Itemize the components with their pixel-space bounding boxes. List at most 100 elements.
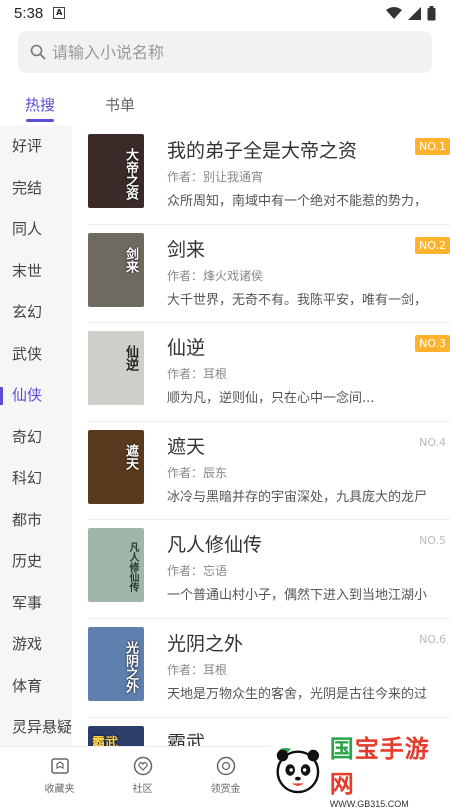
status-bar: 5:38 A — [0, 0, 450, 26]
active-category-indicator — [0, 387, 3, 405]
book-description: 天地是万物众生的客舍，光阴是古往今来的过 — [167, 686, 428, 702]
book-cover: 光阴之外 — [88, 626, 144, 701]
sidebar-item-xuanhuan[interactable]: 玄幻 — [0, 292, 72, 334]
sidebar-item-junshi[interactable]: 军事 — [0, 583, 72, 625]
book-title: 光阴之外 — [167, 632, 244, 655]
book-author: 作者：别让我通宵 — [167, 170, 264, 184]
sidebar-item-kehuan[interactable]: 科幻 — [0, 458, 72, 500]
cover-title: 凡人修仙传 — [127, 542, 138, 593]
heart-bubble-icon — [133, 756, 152, 776]
status-time: 5:38 — [14, 4, 44, 22]
nav-label: 领赏金 — [210, 784, 241, 795]
book-description: 一个普通山村小子，偶然下进入到当地江湖小 — [167, 588, 428, 604]
sidebar-item-tiyu[interactable]: 体育 — [0, 666, 72, 708]
active-tab-indicator — [26, 119, 54, 122]
sidebar-item-tongren[interactable]: 同人 — [0, 209, 72, 251]
search-icon — [30, 44, 46, 60]
book-cover: 剑来 — [88, 232, 144, 307]
sidebar-item-label: 仙侠 — [12, 386, 43, 404]
book-author: 作者：耳根 — [167, 367, 228, 382]
book-description: 大千世界，无奇不有。我陈平安，唯有一剑， — [167, 292, 428, 308]
book-title: 凡人修仙传 — [167, 534, 263, 557]
sidebar-item-label: 都市 — [12, 510, 43, 529]
wifi-icon — [386, 6, 402, 19]
status-icons — [386, 5, 436, 21]
sidebar-item-label: 科幻 — [12, 469, 43, 487]
rank-label: NO.6 — [419, 632, 446, 646]
watermark-url: WWW.GB315.COM — [329, 799, 409, 809]
category-sidebar: 好评 完结 同人 末世 玄幻 武侠 仙侠 奇幻 科幻 都市 历史 军事 游戏 体… — [0, 126, 72, 746]
list-item[interactable]: 大帝之资 我的弟子全是大帝之资 作者：别让我通宵 众所周知，南域中有一个绝对不能… — [88, 126, 450, 225]
sidebar-item-youxi[interactable]: 游戏 — [0, 624, 72, 666]
list-item[interactable]: 仙逆 仙逆 作者：耳根 顺为凡，逆则仙，只在心中一念间... NO.3 — [88, 323, 450, 422]
sidebar-item-dushi[interactable]: 都市 — [0, 500, 72, 542]
nav-favorites[interactable]: 收藏夹 — [18, 747, 101, 800]
book-author: 作者：辰东 — [167, 465, 228, 480]
watermark-logo: 国宝手游网 WWW.GB315.COM — [270, 735, 450, 809]
book-cover: 霸武 — [88, 725, 144, 746]
list-item[interactable]: 遮天 遮天 作者：辰东 冰冷与黑暗并存的宇宙深处，九具庞大的龙尸 NO.4 — [88, 422, 450, 521]
rank-label: NO.5 — [419, 534, 446, 548]
rank-badge: NO.2 — [415, 236, 450, 254]
cover-title: 大帝之资 — [123, 148, 138, 200]
book-list: 大帝之资 我的弟子全是大帝之资 作者：别让我通宵 众所周知，南域中有一个绝对不能… — [72, 126, 450, 746]
sidebar-item-label: 完结 — [12, 178, 43, 197]
sidebar-item-qihuan[interactable]: 奇幻 — [0, 417, 72, 459]
book-description: 冰冷与黑暗并存的宇宙深处，九具庞大的龙尸 — [167, 489, 428, 505]
search-bar[interactable] — [18, 31, 432, 73]
sidebar-item-label: 好评 — [12, 137, 43, 155]
rank-badge: NO.3 — [415, 335, 450, 353]
nav-community[interactable]: 社区 — [101, 747, 184, 800]
list-item[interactable]: 剑来 剑来 作者：烽火戏诸侯 大千世界，无奇不有。我陈平安，唯有一剑， NO.2 — [88, 225, 450, 324]
tab-hot-search[interactable]: 热搜 — [24, 84, 56, 126]
tab-label: 书单 — [104, 96, 135, 114]
signal-icon — [408, 6, 421, 20]
nav-label: 社区 — [132, 784, 153, 795]
search-input[interactable] — [52, 42, 382, 62]
sidebar-item-wanjie[interactable]: 完结 — [0, 168, 72, 210]
sidebar-item-label: 军事 — [12, 593, 43, 612]
sidebar-item-label: 末世 — [12, 261, 43, 280]
book-title: 霸武 — [167, 731, 206, 746]
sidebar-item-label: 历史 — [12, 552, 43, 570]
book-cover: 仙逆 — [88, 331, 144, 406]
battery-icon — [427, 5, 436, 20]
list-item[interactable]: 凡人修仙传 凡人修仙传 作者：忘语 一个普通山村小子，偶然下进入到当地江湖小 N… — [88, 520, 450, 619]
tab-bar: 热搜 书单 — [0, 84, 450, 126]
book-cover: 凡人修仙传 — [88, 528, 144, 603]
cover-title: 光阴之外 — [123, 640, 138, 693]
sidebar-item-label: 游戏 — [12, 635, 43, 653]
sidebar-item-moshi[interactable]: 末世 — [0, 251, 72, 293]
cover-title: 剑来 — [123, 246, 138, 273]
nav-reward[interactable]: 领赏金 — [184, 747, 267, 800]
sidebar-item-label: 同人 — [12, 220, 43, 238]
tab-book-list[interactable]: 书单 — [104, 84, 136, 126]
sidebar-item-haoping[interactable]: 好评 — [0, 126, 72, 168]
list-item[interactable]: 光阴之外 光阴之外 作者：耳根 天地是万物众生的客舍，光阴是古往今来的过 NO.… — [88, 619, 450, 718]
watermark-text: 国宝手游网 WWW.GB315.COM — [330, 729, 450, 809]
panda-logo-icon — [276, 748, 320, 794]
rank-label: NO.4 — [419, 435, 446, 449]
bookmark-folder-icon — [50, 758, 69, 774]
tab-label: 热搜 — [24, 96, 55, 114]
book-cover: 遮天 — [88, 429, 144, 504]
cover-title: 霸武 — [92, 735, 119, 746]
book-author: 作者：烽火戏诸侯 — [167, 268, 264, 283]
sidebar-item-lingyi[interactable]: 灵异悬疑 — [0, 707, 72, 746]
sidebar-item-label: 体育 — [12, 676, 43, 695]
nav-label: 收藏夹 — [44, 784, 75, 795]
coin-icon — [216, 756, 235, 776]
sidebar-item-xianxia[interactable]: 仙侠 — [0, 375, 72, 417]
sidebar-item-wuxia[interactable]: 武侠 — [0, 334, 72, 376]
sidebar-item-label: 奇幻 — [12, 427, 43, 446]
sidebar-item-label: 灵异悬疑 — [12, 718, 72, 736]
book-title: 遮天 — [167, 435, 206, 458]
book-title: 剑来 — [167, 238, 206, 261]
notification-icon: A — [53, 7, 66, 19]
sidebar-item-label: 武侠 — [12, 344, 43, 363]
sidebar-item-lishi[interactable]: 历史 — [0, 541, 72, 583]
book-title: 我的弟子全是大帝之资 — [167, 140, 358, 162]
cover-title: 遮天 — [123, 443, 138, 470]
watermark-title-first: 国 — [329, 735, 355, 763]
book-description: 顺为凡，逆则仙，只在心中一念间... — [167, 391, 375, 407]
